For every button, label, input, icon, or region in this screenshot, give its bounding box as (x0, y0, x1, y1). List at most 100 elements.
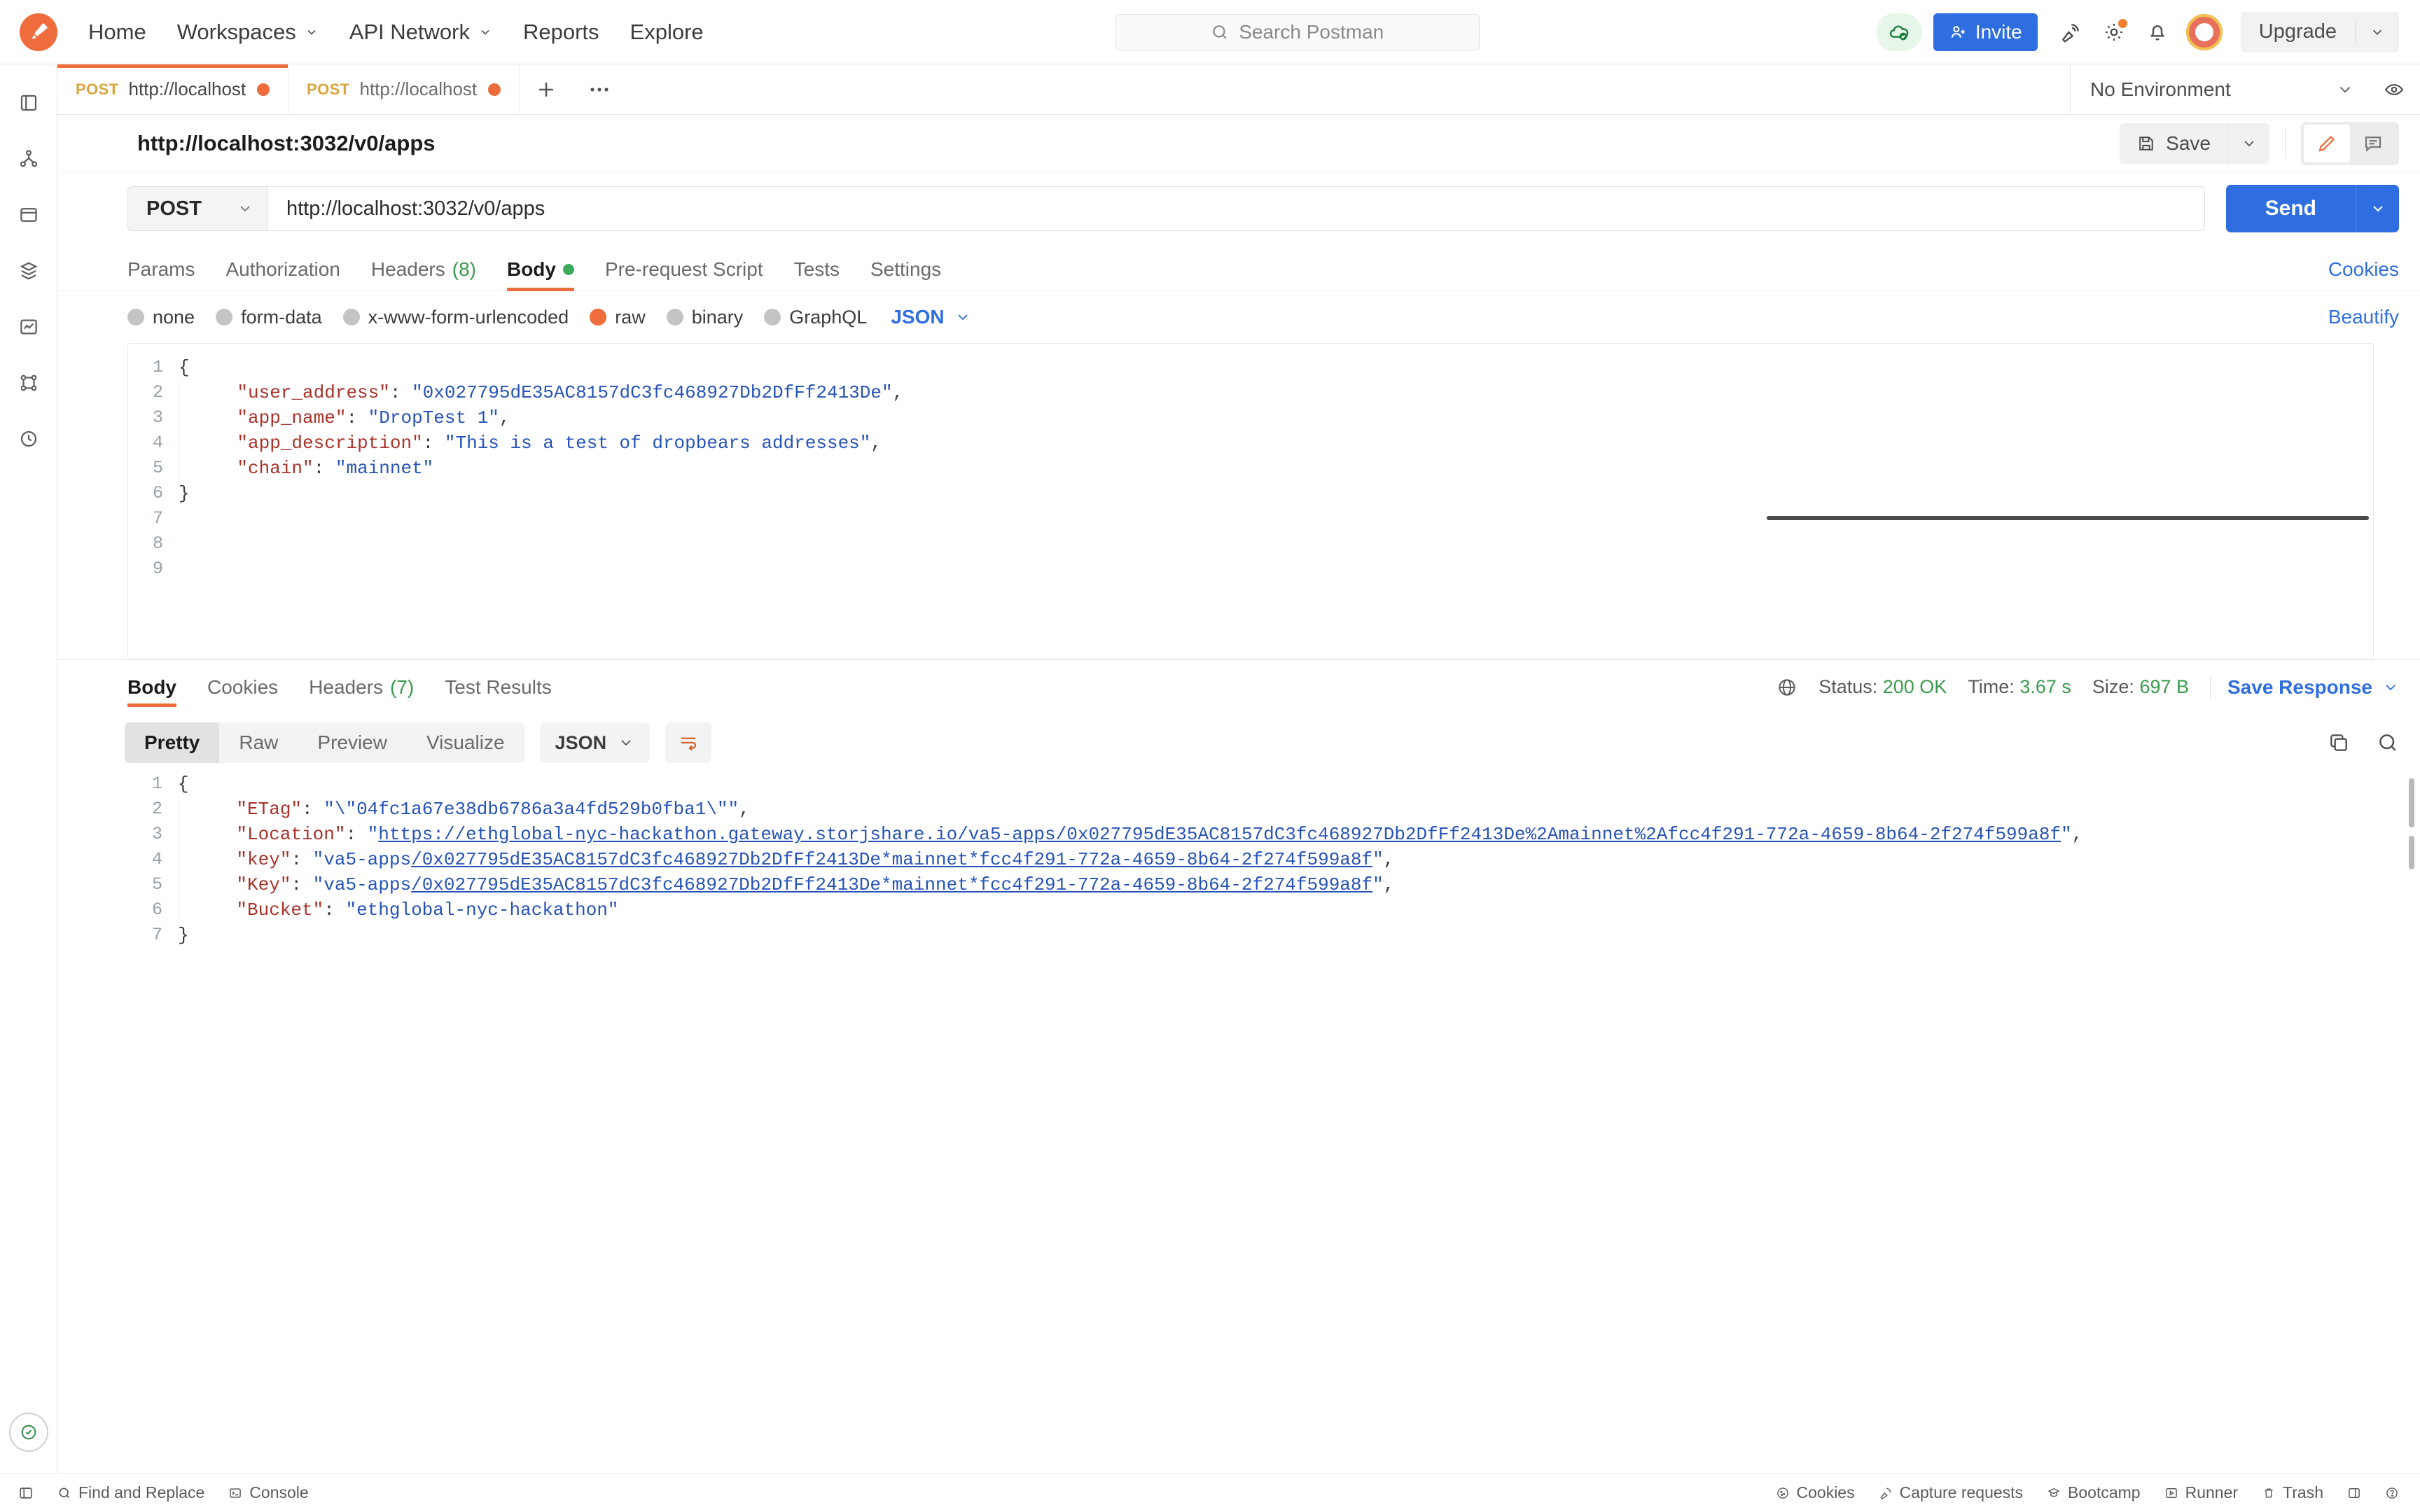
trash-button[interactable]: Trash (2262, 1483, 2323, 1502)
response-vertical-scrollbar-2[interactable] (2409, 836, 2414, 869)
help-icon[interactable] (2385, 1486, 2399, 1500)
nav-item-home[interactable]: Home (73, 20, 162, 45)
status-bar-right: Cookies Capture requests Bootcamp Runner… (1752, 1483, 2400, 1502)
console-button[interactable]: Console (228, 1483, 309, 1502)
editor-horizontal-scrollbar[interactable] (1767, 516, 2369, 520)
nav-item-explore[interactable]: Explore (615, 20, 719, 45)
response-format-select[interactable]: JSON (539, 722, 651, 763)
body-type-binary[interactable]: binary (666, 307, 743, 328)
invite-button[interactable]: Invite (1933, 13, 2038, 51)
save-response-button[interactable]: Save Response (2210, 676, 2399, 699)
code-token: "0x027795dE35AC8157dC3fc468927Db2DfFf241… (412, 382, 893, 403)
send-button[interactable]: Send (2225, 185, 2356, 232)
new-tab-button[interactable] (520, 64, 573, 114)
word-wrap-icon[interactable] (665, 722, 712, 763)
postman-logo-icon[interactable] (20, 13, 57, 51)
response-code-lines: 1{2 "ETag": "\"04fc1a67e38db6786a3a4fd52… (127, 771, 2420, 948)
settings-gear-icon[interactable] (2092, 10, 2136, 54)
chevron-down-icon (954, 309, 971, 326)
request-tab-2[interactable]: POST http://localhost:3032/ (288, 64, 520, 114)
nav-item-reports[interactable]: Reports (508, 20, 615, 45)
layout-icon[interactable] (2347, 1486, 2361, 1500)
trash-restore-icon[interactable] (8, 1413, 48, 1452)
http-method-select[interactable]: POST (127, 186, 267, 231)
nav-item-label: Explore (630, 19, 704, 44)
tab-params[interactable]: Params (127, 258, 210, 290)
environments-icon[interactable] (8, 192, 50, 238)
request-body-editor[interactable]: 1{2 "user_address": "0x027795dE35AC8157d… (127, 343, 2374, 659)
sidebar-toggle-icon[interactable] (18, 1485, 34, 1501)
line-number: 3 (152, 407, 163, 428)
tabs-more-button[interactable] (573, 64, 626, 114)
comment-icon[interactable] (2350, 125, 2396, 162)
body-type-raw[interactable]: raw (590, 307, 646, 328)
flows-icon[interactable] (8, 360, 50, 406)
save-dropdown-button[interactable] (2227, 122, 2269, 164)
response-tab-body[interactable]: Body (127, 660, 192, 714)
response-vertical-scrollbar[interactable] (2409, 778, 2414, 827)
capture-requests-button[interactable]: Capture requests (1879, 1483, 2023, 1502)
cloud-check-icon[interactable] (1875, 13, 1922, 51)
notifications-bell-icon[interactable] (2136, 10, 2179, 54)
runner-button[interactable]: Runner (2164, 1483, 2238, 1502)
raw-format-select[interactable]: JSON (891, 306, 971, 328)
history-icon[interactable] (8, 416, 50, 462)
tab-title-label: http://localhost:3032/ (128, 78, 248, 99)
find-and-replace-button[interactable]: Find and Replace (57, 1483, 204, 1502)
environment-selector[interactable]: No Environment (2090, 78, 2365, 101)
body-type-form-data[interactable]: form-data (216, 307, 322, 328)
tab-settings[interactable]: Settings (855, 258, 957, 290)
search-input[interactable]: Search Postman (1115, 13, 1480, 50)
tab-headers[interactable]: Headers (8) (356, 258, 492, 290)
body-type-label: x-www-form-urlencoded (368, 306, 569, 328)
body-type-none[interactable]: none (127, 307, 195, 328)
bootcamp-button[interactable]: Bootcamp (2047, 1483, 2141, 1502)
code-link[interactable]: https://ethglobal-nyc-hackathon.gateway.… (378, 824, 2061, 845)
chevron-down-icon[interactable] (2356, 24, 2399, 40)
code-link[interactable]: /0x027795dE35AC8157dC3fc468927Db2DfFf241… (411, 849, 1372, 870)
user-avatar[interactable] (2185, 13, 2223, 50)
cookies-link[interactable]: Cookies (2328, 258, 2399, 290)
view-mode-visualize[interactable]: Visualize (407, 722, 524, 763)
collections-icon[interactable] (8, 80, 50, 126)
tab-authorization[interactable]: Authorization (210, 258, 355, 290)
monitors-icon[interactable] (8, 304, 50, 350)
view-mode-preview[interactable]: Preview (298, 722, 407, 763)
tab-label: Headers (370, 258, 445, 280)
view-mode-pretty[interactable]: Pretty (125, 722, 220, 763)
code-token: "ETag" (236, 799, 302, 820)
response-body-viewer[interactable]: 1{2 "ETag": "\"04fc1a67e38db6786a3a4fd52… (57, 771, 2420, 1473)
copy-icon[interactable] (2328, 732, 2350, 754)
broadcast-icon[interactable] (2049, 10, 2092, 54)
tab-pre-request-script[interactable]: Pre-request Script (590, 258, 779, 290)
tab-tests[interactable]: Tests (779, 258, 855, 290)
response-tab-test-results[interactable]: Test Results (429, 660, 567, 714)
apis-icon[interactable] (8, 136, 50, 182)
save-button[interactable]: Save (2120, 122, 2227, 164)
edit-pencil-icon[interactable] (2304, 124, 2350, 162)
code-link[interactable]: /0x027795dE35AC8157dC3fc468927Db2DfFf241… (411, 874, 1372, 895)
search-icon[interactable] (2377, 732, 2399, 754)
tab-body[interactable]: Body (492, 258, 590, 291)
eye-icon[interactable] (2365, 79, 2405, 100)
body-type-x-www-form-urlencoded[interactable]: x-www-form-urlencoded (342, 306, 569, 328)
chevron-down-icon (618, 734, 634, 751)
view-mode-raw[interactable]: Raw (219, 722, 298, 763)
upgrade-button[interactable]: Upgrade (2240, 11, 2400, 52)
url-input[interactable]: http://localhost:3032/v0/apps (267, 186, 2205, 231)
nav-item-label: Home (88, 19, 146, 44)
nav-item-workspaces[interactable]: Workspaces (162, 20, 334, 45)
cookies-button[interactable]: Cookies (1776, 1483, 1855, 1502)
response-tab-headers[interactable]: Headers (7) (293, 660, 429, 714)
mock-servers-icon[interactable] (8, 248, 50, 294)
response-tab-cookies[interactable]: Cookies (192, 660, 293, 714)
radio-indicator-selected (590, 309, 607, 326)
settings-notification-badge (2116, 17, 2129, 29)
tab-count: (7) (390, 676, 415, 698)
request-tab-1[interactable]: POST http://localhost:3032/ (57, 64, 288, 114)
body-type-graphql[interactable]: GraphQL (764, 307, 867, 328)
send-dropdown-button[interactable] (2356, 185, 2399, 232)
beautify-button[interactable]: Beautify (2328, 306, 2399, 328)
nav-item-api-network[interactable]: API Network (334, 20, 508, 45)
